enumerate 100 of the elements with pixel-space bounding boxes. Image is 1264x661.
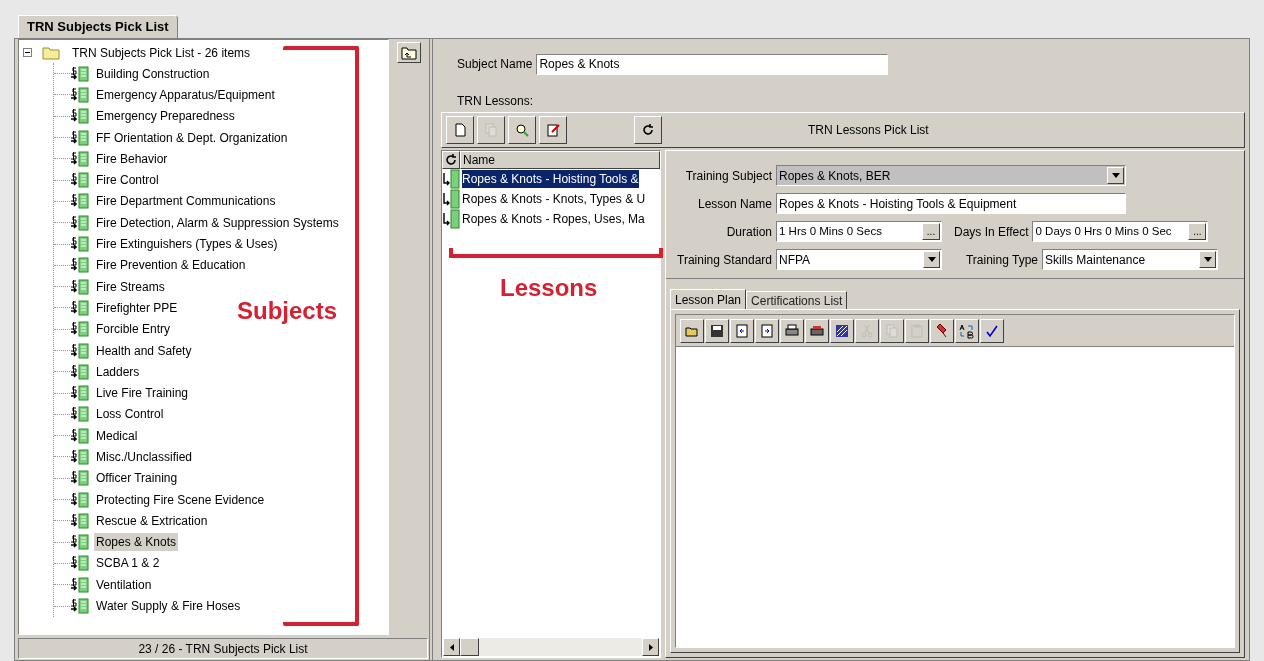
tree-item[interactable]: Building Construction [94,64,212,83]
tree-item[interactable]: Fire Behavior [94,149,170,168]
subject-icon [70,193,90,210]
scroll-left-button[interactable] [443,638,460,656]
refresh-column-button[interactable] [442,151,460,169]
field-label: Duration [725,223,772,241]
edit-button[interactable] [539,116,567,144]
detail-tab[interactable]: Lesson Plan [670,289,747,309]
scroll-thumb[interactable] [460,638,479,656]
up-folder-button[interactable] [397,42,421,63]
subject-icon [70,299,90,316]
subject-icon [70,257,90,274]
subject-icon [70,427,90,444]
print-button[interactable] [780,318,804,343]
subject-icon [70,236,90,252]
tree-item[interactable]: Protecting Fire Scene Evidence [94,490,267,509]
refresh-button[interactable] [634,116,662,144]
field-label: Training Standard [676,251,772,269]
subject-icon [70,150,90,167]
tree-item[interactable]: Misc./Unclassified [94,448,195,466]
tree-item[interactable]: Fire Streams [94,277,167,296]
find-button[interactable] [508,116,536,144]
save-button[interactable] [705,318,729,343]
subject-icon [70,363,90,380]
tree-item[interactable]: Water Supply & Fire Hoses [94,597,243,616]
subject-icon [70,172,90,189]
tree-item[interactable]: Fire Extinguishers (Types & Uses) [94,235,280,253]
export-button[interactable] [755,318,779,343]
tree-item[interactable]: Fire Control [94,171,161,190]
tree-item[interactable]: Emergency Apparatus/Equipment [94,85,277,104]
print-setup-button[interactable] [805,318,829,343]
tree-item[interactable]: Fire Detection, Alarm & Suppression Systems [94,213,341,232]
highlight-button[interactable] [930,318,954,343]
browse-button[interactable]: ... [1188,223,1207,240]
tree-item[interactable]: Emergency Preparedness [94,107,237,126]
left-arrow-icon [449,643,454,651]
import-button[interactable] [730,318,754,343]
dropdown[interactable]: NFPA [776,249,942,270]
folder-icon [42,45,60,60]
text-field[interactable]: Ropes & Knots - Hoisting Tools & Equipment [776,193,1126,214]
subject-icon [70,214,90,231]
tree-item[interactable]: Rescue & Extrication [94,511,210,530]
subject-icon [70,512,90,529]
text-field[interactable]: 1 Hrs 0 Mins 0 Secs ... [776,221,942,242]
lesson-row[interactable]: Ropes & Knots - Hoisting Tools & [462,170,639,188]
right-arrow-icon [648,643,653,651]
lesson-row[interactable]: Ropes & Knots - Ropes, Uses, Ma [462,210,645,228]
tree-item[interactable]: Forcible Entry [94,320,173,339]
tree-item[interactable]: Health and Safety [94,341,194,360]
pick-list-tab[interactable]: TRN Subjects Pick List [18,15,178,38]
lesson-row[interactable]: Ropes & Knots - Knots, Types & U [462,190,646,208]
tree-root-label[interactable]: TRN Subjects Pick List - 26 items [72,43,251,62]
edit-icon [545,122,561,138]
annotation-label: Subjects [237,296,338,326]
caret-icon [927,257,936,262]
tree-item[interactable]: Fire Department Communications [94,192,278,211]
tree-item[interactable]: Loss Control [94,405,166,424]
export-icon [759,322,775,339]
subject-icon [70,65,90,82]
subject-icon [70,129,90,146]
refresh-icon [640,122,656,138]
copy-icon [884,322,900,339]
tree-item[interactable]: Ropes & Knots [94,533,179,552]
tree-item[interactable]: Medical [94,426,140,445]
spell-button[interactable] [980,318,1004,343]
subject-icon [70,108,90,125]
tree-item[interactable]: SCBA 1 & 2 [94,554,162,573]
scroll-right-button[interactable] [642,638,659,656]
replace-button[interactable] [955,318,979,343]
save-icon [709,322,725,339]
lesson-icon [442,189,460,209]
detail-tab[interactable]: Certifications List [746,291,848,309]
annotation-label: Lessons [500,273,598,303]
open-button[interactable] [680,318,704,343]
new-button[interactable] [446,116,474,144]
text-field[interactable]: 0 Days 0 Hrs 0 Mins 0 Sec ... [1032,221,1209,242]
caret-icon [1203,257,1212,262]
format-button[interactable] [830,318,854,343]
tree-item[interactable]: FF Orientation & Dept. Organization [94,128,290,147]
subject-icon [70,598,90,615]
tree-item[interactable]: Live Fire Training [94,384,191,403]
format-icon [834,322,850,339]
column-header[interactable]: Name [460,151,660,169]
tree-item[interactable]: Officer Training [94,469,180,488]
subject-icon [70,406,90,423]
dropdown[interactable]: Skills Maintenance [1042,249,1218,270]
subject-icon [70,385,90,402]
text-field[interactable]: Ropes & Knots [536,53,889,75]
browse-button[interactable]: ... [922,223,940,240]
tree-item[interactable]: Fire Prevention & Education [94,256,248,275]
lessons-toolbar-title: TRN Lessons Pick List [808,122,929,139]
lesson-icon [442,169,460,189]
collapse-icon[interactable] [23,48,32,57]
tree-item[interactable]: Ventilation [94,575,154,594]
lessons-label: TRN Lessons: [457,93,535,108]
field-label: Lesson Name [696,195,772,213]
subject-icon [70,534,90,551]
subject-icon [70,491,90,508]
tree-item[interactable]: Ladders [94,362,142,381]
tree-item[interactable]: Firefighter PPE [94,298,180,317]
